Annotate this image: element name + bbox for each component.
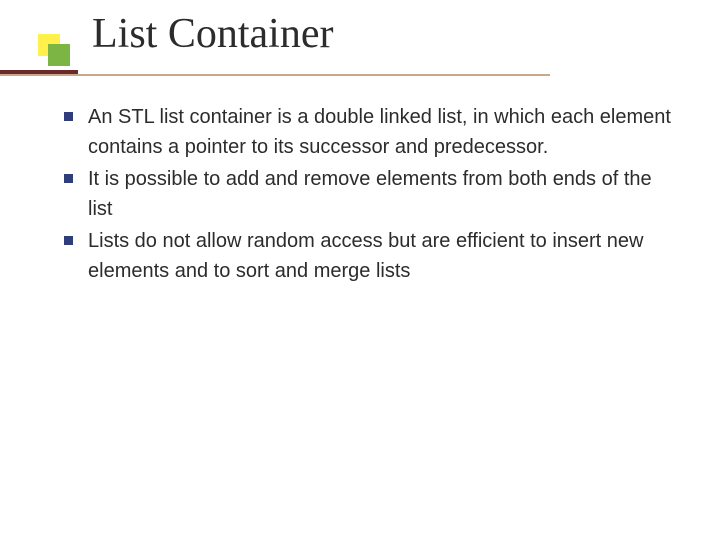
- list-item: Lists do not allow random access but are…: [60, 226, 680, 286]
- slide-body: An STL list container is a double linked…: [60, 102, 680, 288]
- title-accent-graphic: [0, 68, 88, 88]
- list-item-text: Lists do not allow random access but are…: [88, 230, 643, 282]
- square-bullet-icon: [64, 236, 73, 245]
- slide-title: List Container: [92, 10, 333, 58]
- list-item-text: An STL list container is a double linked…: [88, 106, 671, 158]
- slide: List Container An STL list container is …: [0, 0, 720, 540]
- square-bullet-icon: [64, 112, 73, 121]
- list-item: An STL list container is a double linked…: [60, 102, 680, 162]
- accent-square-green: [48, 44, 70, 66]
- list-item: It is possible to add and remove element…: [60, 164, 680, 224]
- square-bullet-icon: [64, 174, 73, 183]
- accent-rule-long: [0, 74, 550, 76]
- list-item-text: It is possible to add and remove element…: [88, 168, 652, 220]
